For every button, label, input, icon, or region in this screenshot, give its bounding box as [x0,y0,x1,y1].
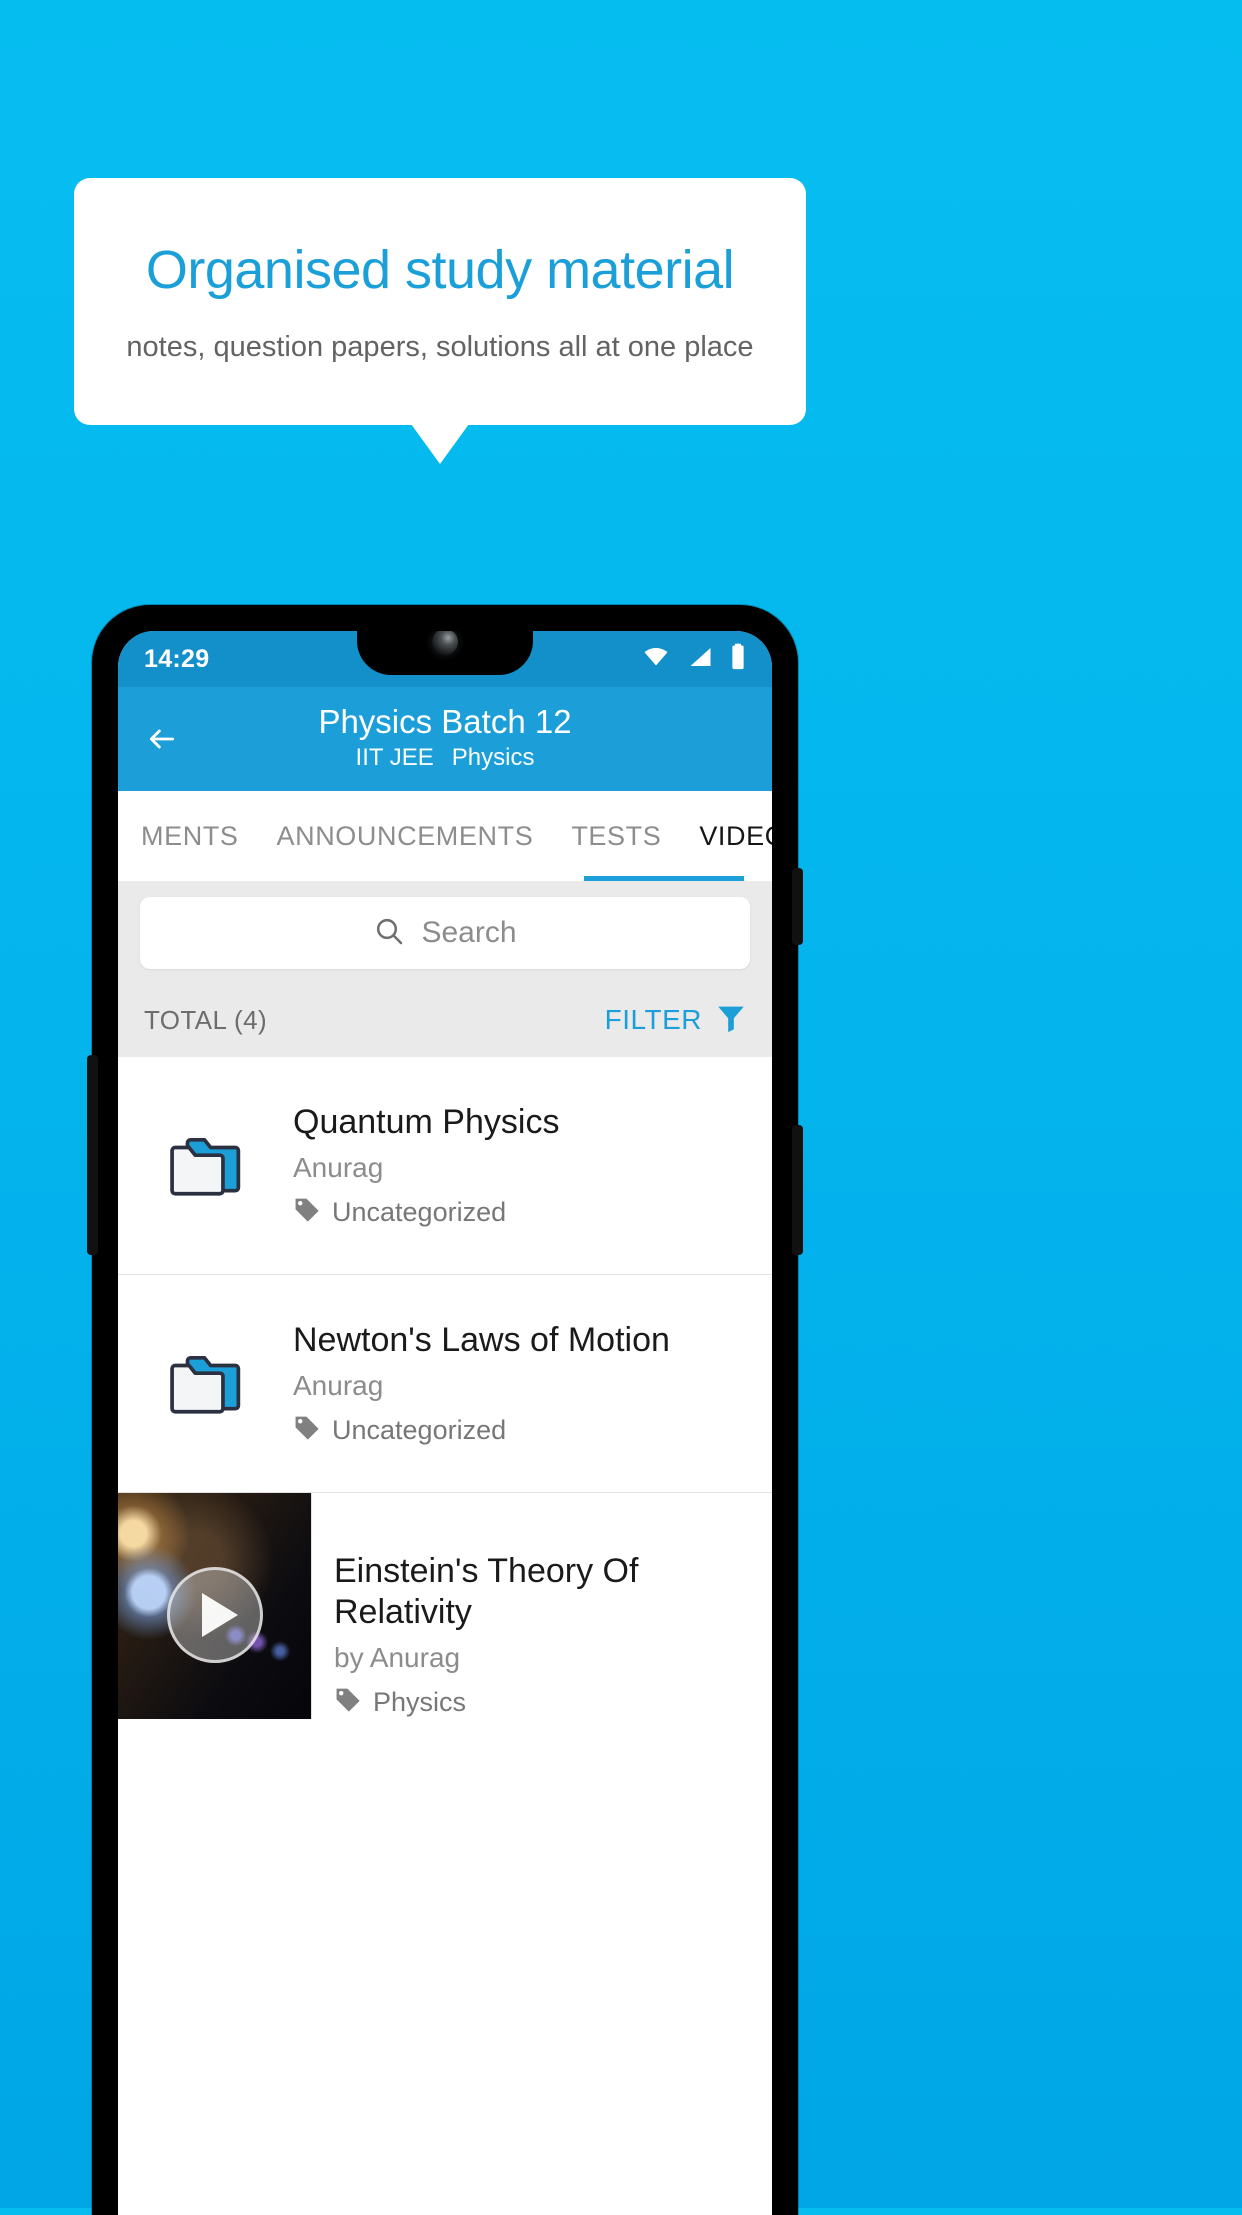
status-bar: 14:29 [118,631,772,687]
table-row[interactable]: Newton's Laws of Motion Anurag Uncategor… [118,1275,772,1493]
table-row[interactable]: Quantum Physics Anurag Uncategorized [118,1057,772,1275]
item-author: Anurag [293,1151,384,1183]
content-list: Quantum Physics Anurag Uncategorized New… [118,1057,772,1719]
tab-bar: MENTS ANNOUNCEMENTS TESTS VIDEOS [118,791,772,881]
promo-card-tail [411,424,469,464]
phone-screen: 14:29 Physics Batch 12 IIT JEE Physics M… [118,631,772,2215]
tag-label: Uncategorized [332,1414,507,1445]
tag-label: Physics [373,1686,467,1717]
tab-active-indicator [584,876,744,881]
tag-icon [334,1686,362,1719]
page-subtitle: IIT JEE Physics [118,744,772,772]
row-body: Quantum Physics Anurag Uncategorized [293,1102,579,1229]
item-title: Newton's Laws of Motion [293,1321,670,1360]
item-tag: Uncategorized [293,1196,559,1229]
search-section: Search [118,881,772,983]
tag-label: Uncategorized [332,1196,507,1227]
phone-notch [357,631,533,675]
row-body: Newton's Laws of Motion Anurag Uncategor… [293,1320,690,1447]
tab-ments[interactable]: MENTS [122,791,258,881]
video-thumbnail[interactable] [118,1493,312,1719]
promo-card: Organised study material notes, question… [74,178,806,425]
search-input[interactable]: Search [140,897,750,969]
subtitle-exam: IIT JEE [355,744,434,772]
list-meta-row: TOTAL (4) FILTER [118,983,772,1057]
page-title: Physics Batch 12 [318,702,572,740]
filter-label: FILTER [604,1004,702,1035]
status-clock: 14:29 [144,644,210,673]
tag-icon [293,1414,321,1447]
filter-button[interactable]: FILTER [605,1001,748,1040]
row-body: Einstein's Theory Of Relativity by Anura… [312,1493,772,1719]
item-title: Einstein's Theory Of Relativity [334,1552,639,1631]
funnel-icon [714,1001,748,1040]
tab-announcements[interactable]: ANNOUNCEMENTS [258,791,553,881]
wifi-icon [641,645,671,674]
item-title: Quantum Physics [293,1103,560,1142]
phone-power-button[interactable] [792,868,803,945]
total-count-label: TOTAL (4) [144,1004,268,1035]
app-bar: Physics Batch 12 IIT JEE Physics [118,687,772,791]
front-camera [432,631,458,655]
phone-volume-button[interactable] [792,1125,803,1255]
battery-icon [730,643,746,675]
promo-title: Organised study material [145,240,735,300]
tag-icon [293,1196,321,1229]
phone-side-button-left[interactable] [87,1055,98,1255]
search-placeholder: Search [421,916,517,949]
status-icons [641,643,746,675]
tab-tests[interactable]: TESTS [552,791,680,881]
folder-icon [118,1351,293,1417]
signal-icon [687,645,714,674]
search-icon [373,915,405,952]
folder-icon [118,1133,293,1199]
item-tag: Physics [334,1686,752,1719]
table-row[interactable]: Einstein's Theory Of Relativity by Anura… [118,1493,772,1719]
item-tag: Uncategorized [293,1414,670,1447]
item-author: by Anurag [334,1641,461,1673]
promo-subtitle: notes, question papers, solutions all at… [126,331,754,363]
play-icon[interactable] [166,1566,263,1663]
tab-videos[interactable]: VIDEOS [680,791,772,881]
app-bar-titles: Physics Batch 12 IIT JEE Physics [118,702,772,774]
item-author: Anurag [293,1369,384,1401]
subtitle-subject: Physics [451,744,535,772]
phone-mockup: 14:29 Physics Batch 12 IIT JEE Physics M… [87,605,803,2215]
